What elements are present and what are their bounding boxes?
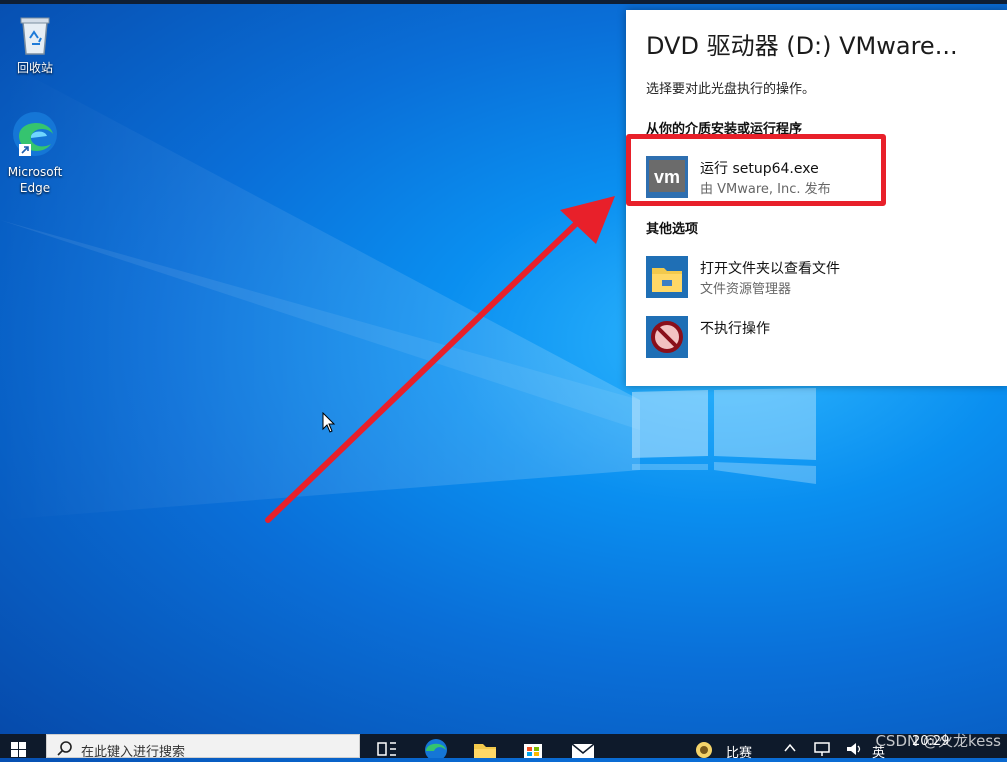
mouse-cursor-icon xyxy=(322,412,336,433)
folder-icon xyxy=(646,256,688,298)
start-button[interactable] xyxy=(0,734,46,758)
task-view-button[interactable] xyxy=(364,734,410,758)
search-placeholder: 在此键入进行搜索 xyxy=(81,745,186,760)
open-folder-title: 打开文件夹以查看文件 xyxy=(700,261,840,277)
news-weather-icon[interactable] xyxy=(694,740,714,758)
take-no-action-option[interactable]: 不执行操作 xyxy=(646,316,986,360)
volume-icon[interactable] xyxy=(846,742,864,756)
recycle-bin-icon xyxy=(20,17,50,55)
watermark: CSDN @火龙kess xyxy=(875,732,1001,750)
news-label[interactable]: 比赛 xyxy=(726,742,752,761)
windows-logo-icon xyxy=(11,742,26,757)
store-icon xyxy=(524,744,542,758)
mail-icon xyxy=(571,743,595,758)
edge-label: Microsoft Edge xyxy=(7,165,63,195)
taskbar-mail-button[interactable] xyxy=(560,734,606,758)
take-no-action-title: 不执行操作 xyxy=(700,321,770,337)
taskbar-edge-button[interactable] xyxy=(412,734,458,761)
task-view-icon xyxy=(377,742,396,756)
panel-subtitle: 选择要对此光盘执行的操作。 xyxy=(646,82,816,97)
open-folder-option[interactable]: 打开文件夹以查看文件 文件资源管理器 xyxy=(646,256,986,300)
panel-title: DVD 驱动器 (D:) VMware... xyxy=(646,32,958,60)
taskbar: 在此键入进行搜索 比赛 英 20:29 xyxy=(0,734,1007,761)
open-folder-subtitle: 文件资源管理器 xyxy=(700,282,792,297)
file-explorer-icon xyxy=(474,744,496,758)
no-action-icon xyxy=(646,316,688,358)
taskbar-search-box[interactable]: 在此键入进行搜索 xyxy=(46,734,360,760)
section-other-options: 其他选项 xyxy=(646,222,699,237)
recycle-bin-shortcut[interactable]: 回收站 xyxy=(0,12,70,76)
taskbar-explorer-button[interactable] xyxy=(462,734,508,758)
edge-icon xyxy=(425,739,447,761)
network-icon[interactable] xyxy=(814,742,832,756)
edge-shortcut[interactable]: Microsoft Edge xyxy=(0,108,70,196)
search-icon xyxy=(57,741,72,756)
top-edge xyxy=(0,0,1007,4)
taskbar-store-button[interactable] xyxy=(510,734,556,758)
highlight-box xyxy=(626,134,886,206)
edge-icon xyxy=(13,112,57,156)
chevron-up-icon[interactable] xyxy=(784,742,796,754)
recycle-bin-label: 回收站 xyxy=(16,61,53,75)
